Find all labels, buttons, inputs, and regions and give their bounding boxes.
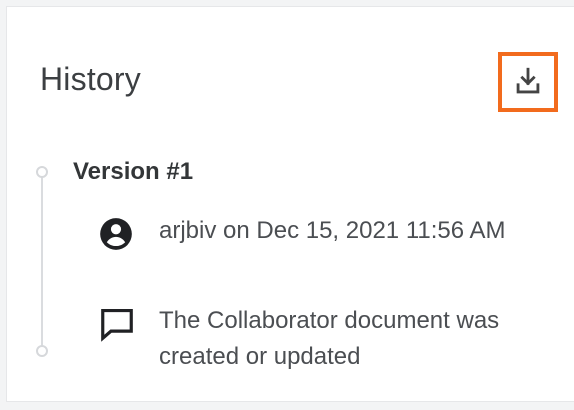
history-title: History bbox=[40, 61, 141, 97]
version-description-text: The Collaborator document was created or… bbox=[159, 307, 500, 370]
comment-icon bbox=[97, 303, 139, 345]
version-author-text: arjbiv on Dec 15, 2021 11:56 AM bbox=[159, 217, 506, 244]
timeline-start-dot bbox=[36, 166, 48, 178]
download-history-button[interactable] bbox=[498, 52, 558, 112]
timeline-line bbox=[41, 174, 43, 349]
account-circle-icon bbox=[97, 213, 139, 255]
version-title: Version #1 bbox=[73, 158, 194, 185]
download-icon bbox=[511, 65, 545, 99]
history-panel: History Version #1 arjbiv on Dec 15, 202… bbox=[6, 6, 574, 402]
version-author-entry: arjbiv on Dec 15, 2021 11:56 AM bbox=[97, 213, 527, 255]
version-description-entry: The Collaborator document was created or… bbox=[97, 303, 527, 375]
timeline-end-dot bbox=[36, 345, 48, 357]
